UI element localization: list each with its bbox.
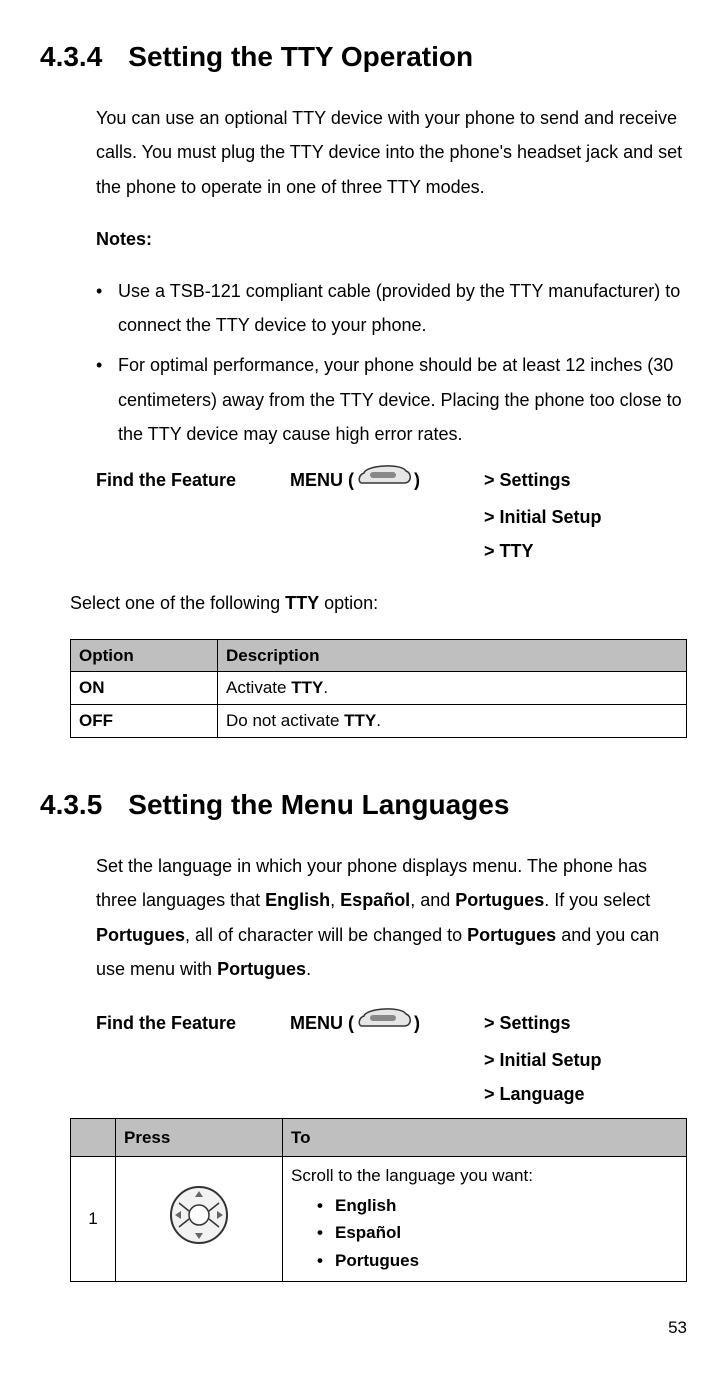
text-bold: English (265, 890, 330, 910)
text-bold: TTY (344, 711, 376, 730)
option-on-desc: Activate TTY. (218, 672, 687, 705)
text: option: (319, 593, 378, 613)
table-row: ON Activate TTY. (71, 672, 687, 705)
text-bold: Portugues (467, 925, 556, 945)
table-row: 1 Scroll to the language you want: (71, 1157, 687, 1282)
breadcrumb: > Initial Setup > Language (484, 1043, 687, 1111)
find-feature-label: Find the Feature (96, 463, 286, 497)
column-header-description: Description (218, 639, 687, 672)
text-bold: TTY (291, 678, 323, 697)
option-off-desc: Do not activate TTY. (218, 705, 687, 738)
notes-list: Use a TSB-121 compliant cable (provided … (96, 274, 687, 451)
notes-label: Notes: (96, 222, 687, 256)
breadcrumb: > Initial Setup > TTY (484, 500, 687, 568)
text-bold: Portugues (217, 959, 306, 979)
heading-435-title: Setting the Menu Languages (128, 789, 509, 820)
language-list: English Español Portugues (317, 1193, 678, 1274)
find-feature-label: Find the Feature (96, 1006, 286, 1040)
menu-cell: MENU ( ) (290, 1004, 480, 1043)
table-row: OFF Do not activate TTY. (71, 705, 687, 738)
notes-item: For optimal performance, your phone shou… (96, 348, 687, 451)
text-bold: Portugues (455, 890, 544, 910)
text: Select one of the following (70, 593, 285, 613)
dpad-icon (167, 1232, 231, 1251)
breadcrumb: > Settings (484, 463, 687, 497)
find-feature-row-435: Find the Feature MENU ( ) > Settings > I… (96, 1004, 687, 1112)
option-off: OFF (71, 705, 218, 738)
step-number: 1 (71, 1157, 116, 1282)
language-item: Portugues (317, 1248, 678, 1274)
text: , and (410, 890, 455, 910)
menu-prefix: MENU ( (290, 1006, 354, 1040)
breadcrumb-item: > Initial Setup (484, 500, 687, 534)
menu-cell: MENU ( ) (290, 461, 480, 500)
text-bold: TTY (285, 593, 319, 613)
language-steps-table: Press To 1 Scroll to th (70, 1118, 687, 1283)
option-on: ON (71, 672, 218, 705)
column-header-option: Option (71, 639, 218, 672)
menu-key-icon (356, 1004, 412, 1043)
intro-435: Set the language in which your phone dis… (96, 849, 687, 986)
text: . If you select (544, 890, 650, 910)
menu-suffix: ) (414, 1006, 420, 1040)
text: , (330, 890, 340, 910)
notes-item: Use a TSB-121 compliant cable (provided … (96, 274, 687, 342)
select-intro: Select one of the following TTY option: (70, 586, 687, 620)
language-item: Español (317, 1220, 678, 1246)
text: . (376, 711, 381, 730)
text-bold: Portugues (96, 925, 185, 945)
menu-key-icon (356, 461, 412, 500)
breadcrumb-item: > TTY (484, 534, 687, 568)
heading-434-title: Setting the TTY Operation (128, 41, 473, 72)
menu-suffix: ) (414, 463, 420, 497)
text: , all of character will be changed to (185, 925, 467, 945)
language-item: English (317, 1193, 678, 1219)
text-bold: Español (340, 890, 410, 910)
text: Do not activate (226, 711, 344, 730)
press-cell (116, 1157, 283, 1282)
to-cell: Scroll to the language you want: English… (283, 1157, 687, 1282)
tty-options-table: Option Description ON Activate TTY. OFF … (70, 639, 687, 738)
heading-434: 4.3.4 Setting the TTY Operation (40, 30, 687, 83)
heading-435: 4.3.5 Setting the Menu Languages (40, 778, 687, 831)
find-feature-row-434: Find the Feature MENU ( ) > Settings > I… (96, 461, 687, 569)
page-number: 53 (40, 1312, 687, 1344)
to-intro: Scroll to the language you want: (291, 1166, 533, 1185)
text: Activate (226, 678, 291, 697)
breadcrumb-item: > Settings (484, 1006, 687, 1040)
column-header-blank (71, 1118, 116, 1157)
intro-434: You can use an optional TTY device with … (96, 101, 687, 204)
breadcrumb: > Settings (484, 1006, 687, 1040)
column-header-press: Press (116, 1118, 283, 1157)
menu-prefix: MENU ( (290, 463, 354, 497)
text: . (306, 959, 311, 979)
heading-434-number: 4.3.4 (40, 30, 102, 83)
breadcrumb-item: > Settings (484, 463, 687, 497)
breadcrumb-item: > Language (484, 1077, 687, 1111)
text: . (323, 678, 328, 697)
heading-435-number: 4.3.5 (40, 778, 102, 831)
breadcrumb-item: > Initial Setup (484, 1043, 687, 1077)
column-header-to: To (283, 1118, 687, 1157)
